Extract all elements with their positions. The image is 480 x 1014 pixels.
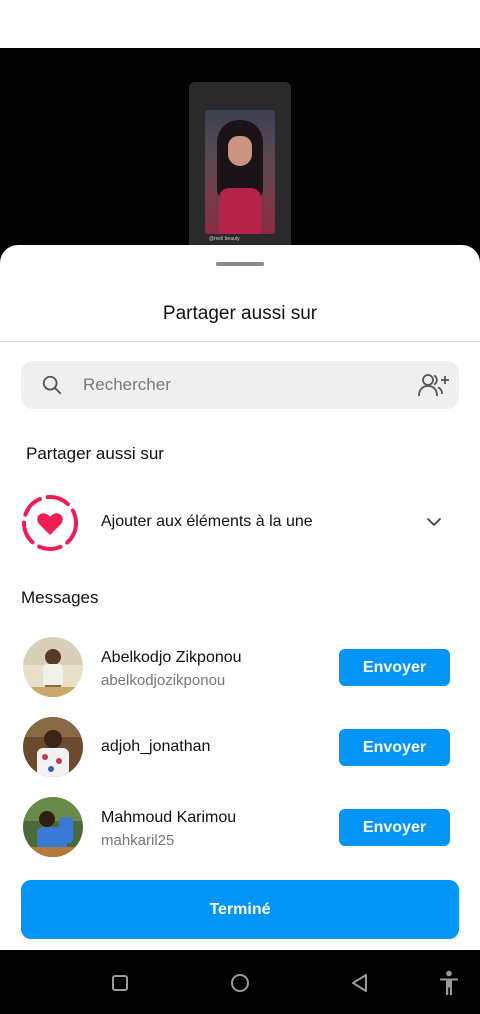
heart-highlight-icon [22, 495, 78, 551]
done-button[interactable]: Terminé [21, 880, 459, 939]
messages-section-label: Messages [21, 588, 99, 607]
contact-row: Mahmoud Karimou mahkaril25 Envoyer [0, 795, 480, 859]
chevron-down-icon[interactable] [426, 517, 442, 527]
send-button[interactable]: Envoyer [339, 809, 450, 846]
search-icon [42, 375, 62, 395]
drag-handle[interactable] [216, 262, 264, 266]
story-photo [205, 110, 275, 234]
sheet-title: Partager aussi sur [162, 303, 318, 324]
contact-username: mahkaril25 [101, 832, 175, 849]
avatar [23, 797, 83, 857]
avatar [23, 717, 83, 777]
contact-name: adjoh_jonathan [101, 738, 211, 755]
system-nav-bar [0, 950, 480, 1014]
highlight-label: Ajouter aux éléments à la une [101, 513, 313, 530]
send-button[interactable]: Envoyer [339, 729, 450, 766]
share-section-label: Partager aussi sur [26, 444, 164, 463]
contact-name: Mahmoud Karimou [101, 809, 237, 826]
story-preview-area: @meli beauty [0, 48, 480, 258]
avatar [23, 637, 83, 697]
search-bar[interactable] [21, 361, 459, 409]
divider [0, 341, 480, 342]
search-input[interactable] [83, 361, 403, 409]
home-icon[interactable] [230, 973, 250, 993]
share-sheet: Partager aussi sur Partager aussi sur Aj… [0, 245, 480, 950]
contact-name: Abelkodjo Zikponou [101, 649, 242, 666]
story-caption: @meli beauty [209, 236, 240, 242]
contact-username: abelkodjozikponou [101, 672, 226, 689]
status-bar [0, 0, 480, 48]
accessibility-icon[interactable] [439, 970, 459, 996]
contact-row: Abelkodjo Zikponou abelkodjozikponou Env… [0, 635, 480, 699]
add-to-highlights-row[interactable]: Ajouter aux éléments à la une [0, 491, 480, 555]
back-icon[interactable] [350, 973, 370, 993]
story-thumbnail[interactable]: @meli beauty [189, 82, 291, 252]
add-people-icon[interactable] [417, 372, 451, 398]
contact-row: adjoh_jonathan Envoyer [0, 715, 480, 779]
send-button[interactable]: Envoyer [339, 649, 450, 686]
recents-icon[interactable] [111, 974, 129, 992]
